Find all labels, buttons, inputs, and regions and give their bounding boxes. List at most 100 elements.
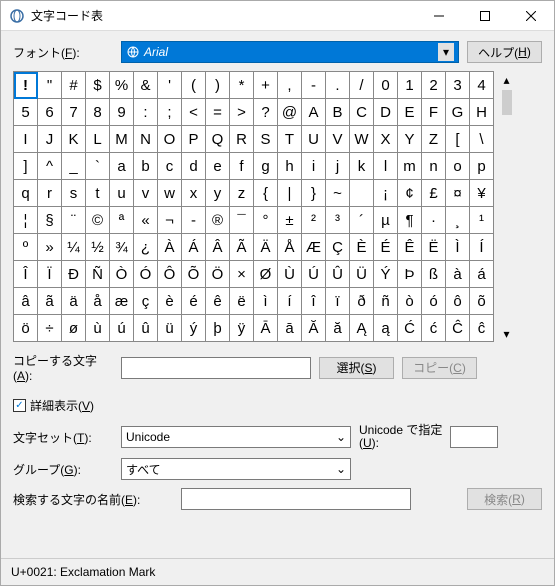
char-cell[interactable]: w — [158, 180, 182, 207]
char-cell[interactable]: > — [230, 99, 254, 126]
char-cell[interactable]: T — [278, 126, 302, 153]
char-cell[interactable]: â — [14, 288, 38, 315]
char-cell[interactable]: Ñ — [86, 261, 110, 288]
scroll-thumb[interactable] — [502, 90, 512, 115]
char-cell[interactable]: ô — [446, 288, 470, 315]
char-cell[interactable]: [ — [446, 126, 470, 153]
char-cell[interactable]: 8 — [86, 99, 110, 126]
char-cell[interactable]: M — [110, 126, 134, 153]
char-cell[interactable]: ñ — [374, 288, 398, 315]
char-cell[interactable]: Ý — [374, 261, 398, 288]
char-cell[interactable]: ö — [14, 315, 38, 342]
char-cell[interactable] — [350, 180, 374, 207]
char-cell[interactable]: ý — [182, 315, 206, 342]
char-cell[interactable]: Î — [14, 261, 38, 288]
char-cell[interactable]: _ — [62, 153, 86, 180]
char-cell[interactable]: m — [398, 153, 422, 180]
char-cell[interactable]: / — [350, 72, 374, 99]
char-cell[interactable]: Ò — [110, 261, 134, 288]
char-cell[interactable]: U — [302, 126, 326, 153]
char-cell[interactable]: ÷ — [38, 315, 62, 342]
char-cell[interactable]: º — [14, 234, 38, 261]
char-cell[interactable]: Ă — [302, 315, 326, 342]
char-cell[interactable]: £ — [422, 180, 446, 207]
char-cell[interactable]: # — [62, 72, 86, 99]
char-cell[interactable]: ~ — [326, 180, 350, 207]
select-button[interactable]: 選択(S) — [319, 357, 394, 379]
char-cell[interactable]: ] — [14, 153, 38, 180]
char-cell[interactable]: p — [470, 153, 494, 180]
char-cell[interactable]: @ — [278, 99, 302, 126]
char-cell[interactable]: R — [230, 126, 254, 153]
char-cell[interactable]: r — [38, 180, 62, 207]
char-cell[interactable]: É — [374, 234, 398, 261]
char-cell[interactable]: Ç — [326, 234, 350, 261]
char-cell[interactable]: ¥ — [470, 180, 494, 207]
char-cell[interactable]: Ā — [254, 315, 278, 342]
scroll-up-icon[interactable]: ▴ — [498, 71, 515, 88]
close-button[interactable] — [508, 1, 554, 31]
char-cell[interactable]: ć — [422, 315, 446, 342]
char-cell[interactable]: Â — [206, 234, 230, 261]
char-cell[interactable]: g — [254, 153, 278, 180]
char-cell[interactable]: · — [422, 207, 446, 234]
char-cell[interactable]: * — [230, 72, 254, 99]
char-cell[interactable]: < — [182, 99, 206, 126]
char-cell[interactable]: Þ — [398, 261, 422, 288]
char-cell[interactable]: N — [134, 126, 158, 153]
char-cell[interactable]: } — [302, 180, 326, 207]
char-cell[interactable]: ä — [62, 288, 86, 315]
char-cell[interactable]: Y — [398, 126, 422, 153]
char-cell[interactable]: ¦ — [14, 207, 38, 234]
char-cell[interactable]: ì — [254, 288, 278, 315]
char-cell[interactable]: 7 — [62, 99, 86, 126]
char-cell[interactable]: § — [38, 207, 62, 234]
char-cell[interactable]: Ë — [422, 234, 446, 261]
char-cell[interactable]: ` — [86, 153, 110, 180]
char-cell[interactable]: u — [110, 180, 134, 207]
char-cell[interactable]: 2 — [422, 72, 446, 99]
char-cell[interactable]: x — [182, 180, 206, 207]
char-cell[interactable]: Ó — [134, 261, 158, 288]
char-cell[interactable]: ó — [422, 288, 446, 315]
char-cell[interactable]: 3 — [446, 72, 470, 99]
char-cell[interactable]: 4 — [470, 72, 494, 99]
char-cell[interactable]: ¢ — [398, 180, 422, 207]
char-cell[interactable]: á — [470, 261, 494, 288]
char-cell[interactable]: D — [374, 99, 398, 126]
group-select[interactable]: すべて⌄ — [121, 458, 351, 480]
char-cell[interactable]: ? — [254, 99, 278, 126]
char-cell[interactable]: ! — [14, 72, 38, 99]
char-cell[interactable]: ´ — [350, 207, 374, 234]
char-cell[interactable]: Ú — [302, 261, 326, 288]
char-cell[interactable]: Ô — [158, 261, 182, 288]
char-cell[interactable]: þ — [206, 315, 230, 342]
char-cell[interactable]: ü — [158, 315, 182, 342]
char-cell[interactable]: | — [278, 180, 302, 207]
char-cell[interactable]: B — [326, 99, 350, 126]
char-cell[interactable]: o — [446, 153, 470, 180]
char-cell[interactable]: Ö — [206, 261, 230, 288]
char-cell[interactable]: S — [254, 126, 278, 153]
char-cell[interactable]: õ — [470, 288, 494, 315]
char-cell[interactable]: ß — [422, 261, 446, 288]
char-cell[interactable]: Ø — [254, 261, 278, 288]
char-cell[interactable]: q — [14, 180, 38, 207]
char-cell[interactable]: \ — [470, 126, 494, 153]
char-cell[interactable]: Ą — [350, 315, 374, 342]
char-cell[interactable]: ¿ — [134, 234, 158, 261]
char-cell[interactable]: À — [158, 234, 182, 261]
char-cell[interactable]: P — [182, 126, 206, 153]
char-cell[interactable]: ± — [278, 207, 302, 234]
char-cell[interactable]: ; — [158, 99, 182, 126]
char-cell[interactable]: ¹ — [470, 207, 494, 234]
char-cell[interactable]: G — [446, 99, 470, 126]
char-cell[interactable]: 5 — [14, 99, 38, 126]
char-cell[interactable]: f — [230, 153, 254, 180]
charset-select[interactable]: Unicode⌄ — [121, 426, 351, 448]
char-cell[interactable]: ³ — [326, 207, 350, 234]
char-cell[interactable]: ¬ — [158, 207, 182, 234]
char-cell[interactable]: n — [422, 153, 446, 180]
char-cell[interactable]: Õ — [182, 261, 206, 288]
char-cell[interactable]: e — [206, 153, 230, 180]
